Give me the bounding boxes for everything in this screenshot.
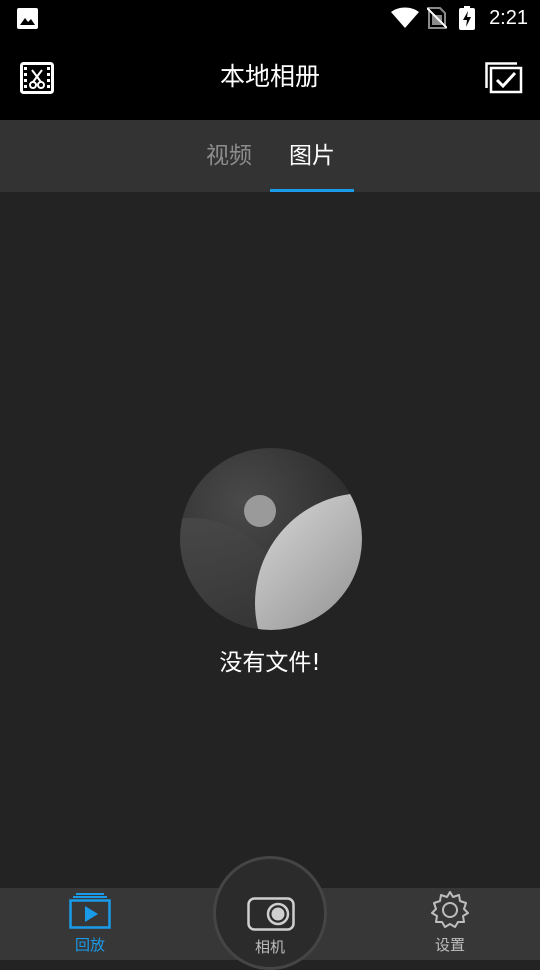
nav-settings-label: 设置 xyxy=(434,936,465,954)
multi-select-icon[interactable] xyxy=(485,62,523,94)
tab-photo-label: 图片 xyxy=(289,143,335,169)
empty-gallery-icon xyxy=(180,448,362,630)
nav-playback[interactable]: 回放 xyxy=(40,888,140,960)
tab-video[interactable]: 视频 xyxy=(188,120,270,192)
wifi-icon xyxy=(391,7,419,28)
app-bar: 本地相册 xyxy=(0,36,540,120)
gear-icon xyxy=(431,891,469,928)
tab-photo[interactable]: 图片 xyxy=(270,120,354,192)
nav-playback-label: 回放 xyxy=(74,936,105,954)
tab-bar: 视频 图片 xyxy=(0,120,540,192)
battery-charging-icon xyxy=(459,6,475,30)
camera-label: 相机 xyxy=(254,938,285,956)
camera-button[interactable]: 相机 xyxy=(213,856,327,970)
camera-icon xyxy=(247,897,295,931)
status-bar: 2:21 xyxy=(0,0,540,36)
empty-message: 没有文件! xyxy=(219,650,321,676)
page-title: 本地相册 xyxy=(219,62,320,91)
playback-icon xyxy=(69,893,111,929)
gallery-icon xyxy=(17,8,38,29)
tab-video-label: 视频 xyxy=(206,143,252,169)
active-tab-indicator xyxy=(270,189,354,192)
no-sim-icon xyxy=(427,7,447,29)
status-time: 2:21 xyxy=(489,7,528,29)
nav-settings[interactable]: 设置 xyxy=(400,888,500,960)
